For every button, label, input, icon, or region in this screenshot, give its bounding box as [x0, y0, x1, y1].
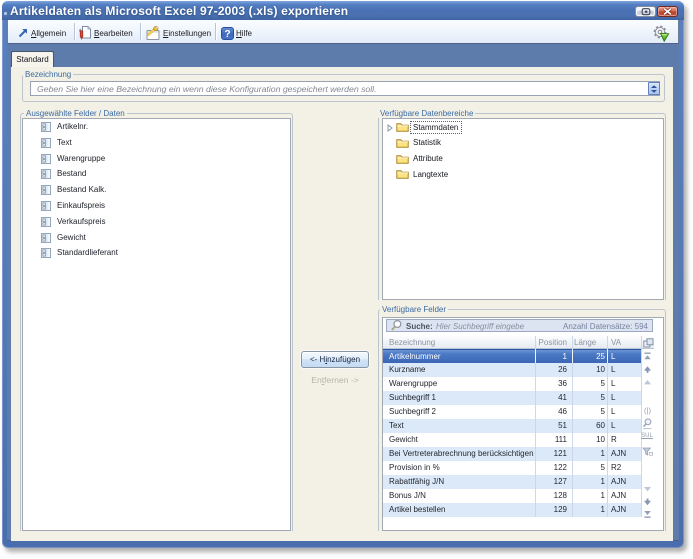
svg-text:?: ? [225, 29, 231, 40]
